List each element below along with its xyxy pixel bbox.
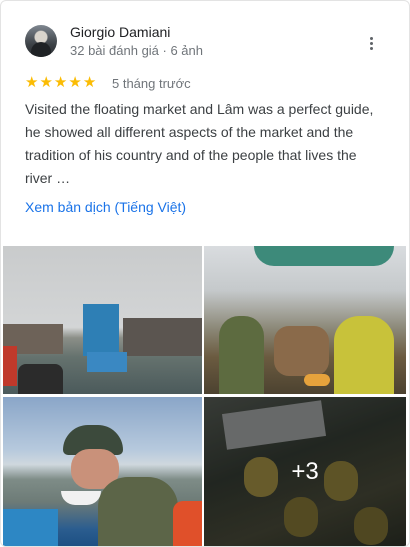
review-date: 5 tháng trước	[112, 76, 191, 91]
more-vert-icon[interactable]	[361, 33, 381, 53]
blue-boat-cabin	[83, 304, 119, 356]
food-plate	[304, 374, 330, 386]
cargo-boat	[123, 318, 202, 356]
review-card: Giorgio Damiani 32 bài đánh giá · 6 ảnh …	[0, 0, 410, 547]
star-icon: ★	[39, 74, 53, 91]
orange-object	[173, 501, 202, 546]
boat-edge	[3, 509, 58, 546]
star-icon: ★	[68, 74, 82, 91]
soup-bowl	[61, 491, 101, 505]
star-rating: ★ ★ ★ ★ ★	[25, 75, 96, 91]
blue-boat-hull	[87, 352, 127, 372]
reviewer-name[interactable]: Giorgio Damiani	[70, 24, 170, 40]
more-photos-count[interactable]: +3	[204, 397, 406, 546]
boat-canopy	[254, 246, 394, 266]
review-photo[interactable]	[204, 246, 406, 394]
review-photo[interactable]	[3, 397, 202, 546]
man-shirt	[98, 477, 178, 546]
reviewer-meta: 32 bài đánh giá · 6 ảnh	[70, 43, 203, 58]
person	[334, 316, 394, 394]
review-photo[interactable]: +3	[204, 397, 406, 546]
translate-link[interactable]: Xem bản dịch (Tiếng Việt)	[25, 199, 186, 215]
person	[219, 316, 264, 394]
boat-engine	[18, 364, 63, 394]
star-icon: ★	[25, 74, 39, 91]
red-object	[3, 346, 17, 386]
review-photo[interactable]	[3, 246, 202, 394]
star-icon: ★	[53, 74, 68, 91]
reviewer-avatar[interactable]	[25, 25, 57, 57]
star-icon: ★	[82, 74, 97, 91]
review-text: Visited the floating market and Lâm was …	[25, 101, 374, 186]
people-group	[274, 326, 329, 376]
